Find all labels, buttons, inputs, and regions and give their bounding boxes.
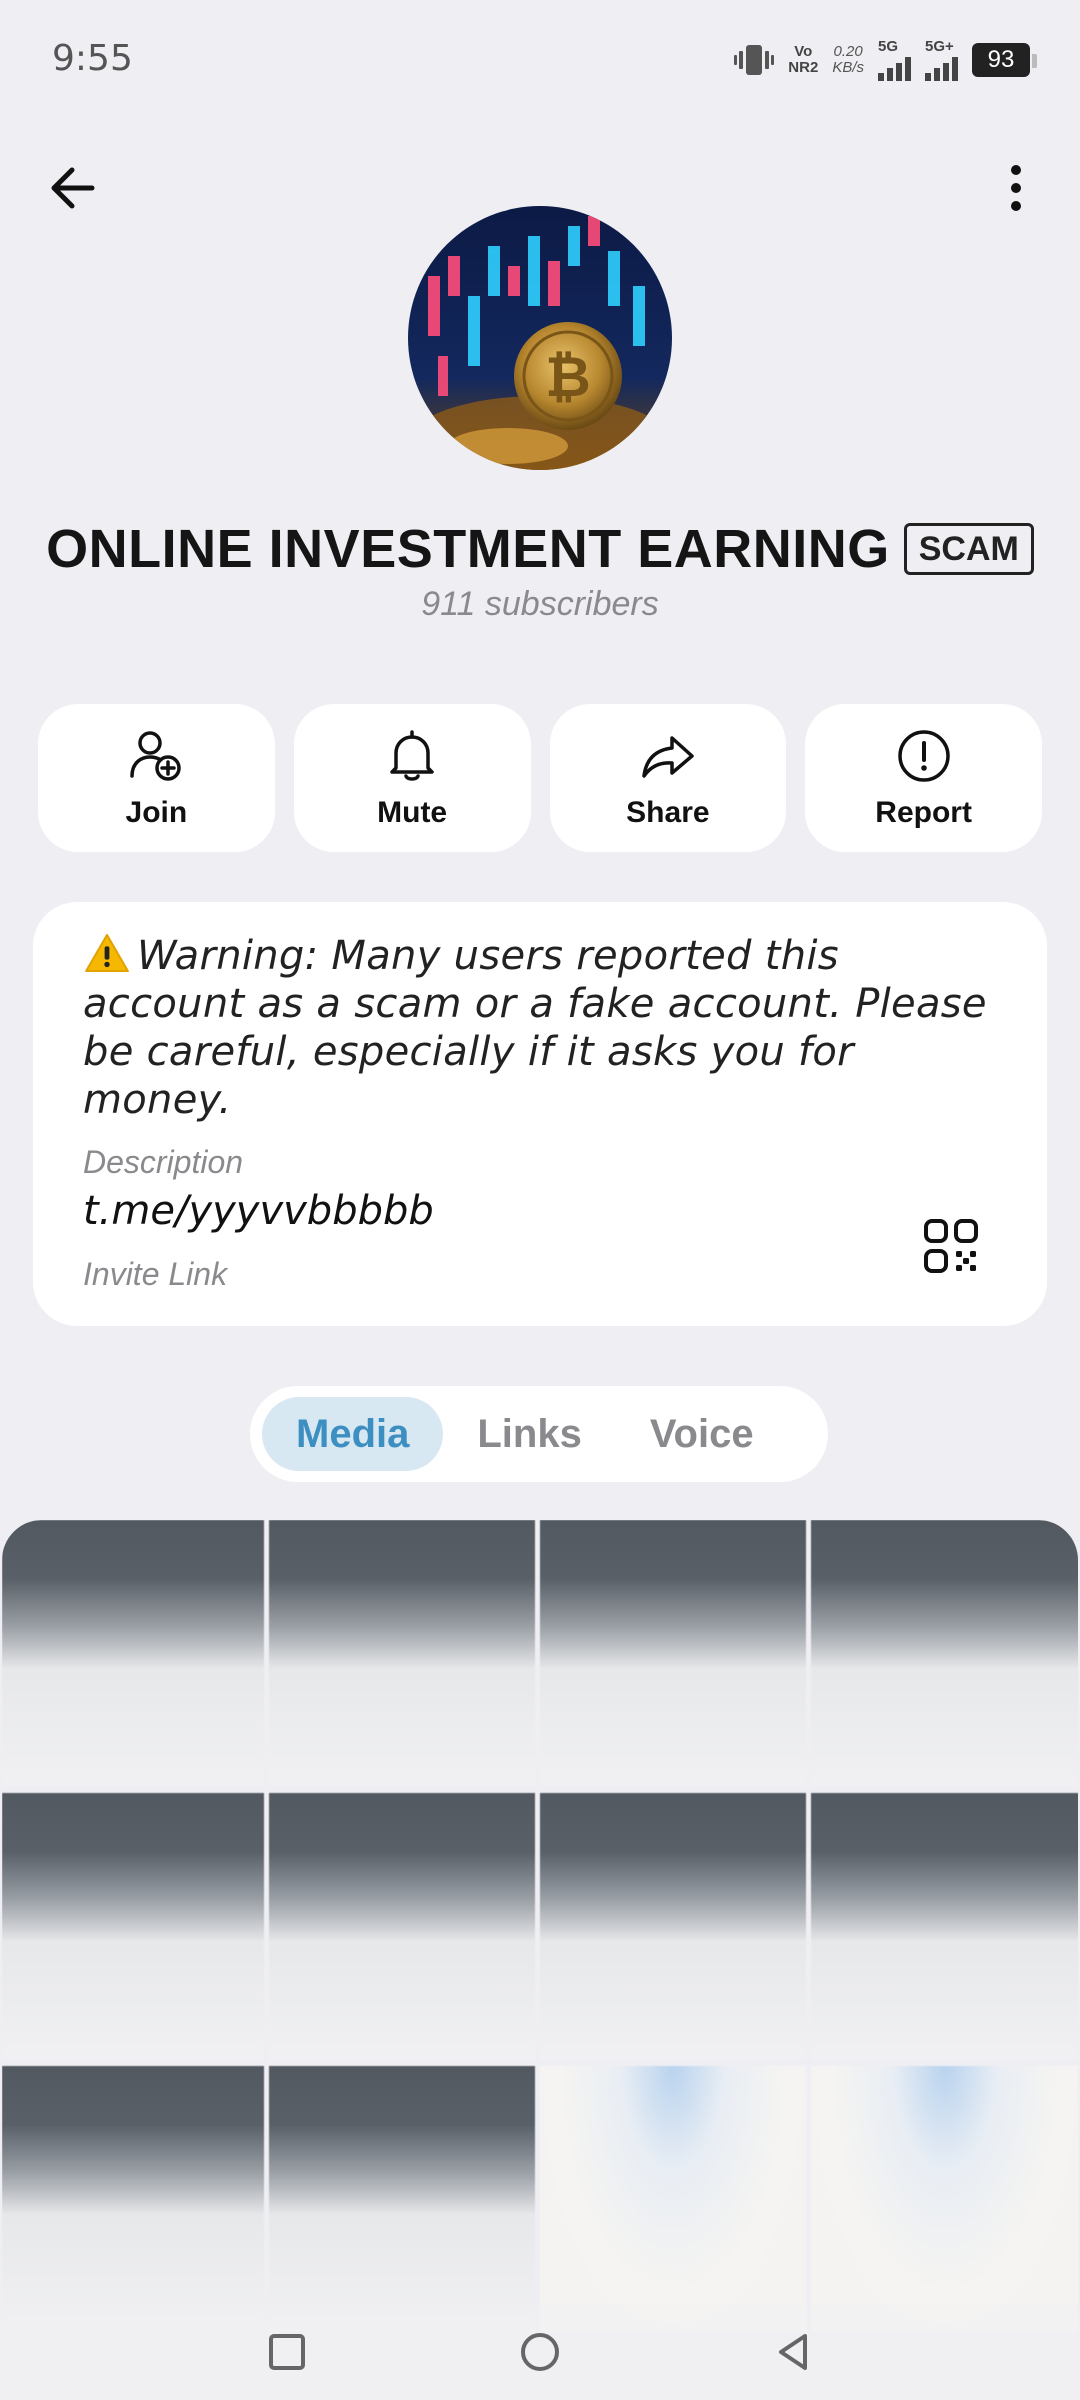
media-thumbnail[interactable] <box>540 2066 806 2332</box>
volte-indicator: Vo NR2 <box>788 43 819 76</box>
report-label: Report <box>875 796 972 829</box>
invite-link-label: Invite Link <box>83 1256 228 1292</box>
invite-link[interactable]: t.me/yyyvvbbbbb <box>83 1188 434 1234</box>
subscriber-count: 911 subscribers <box>421 585 659 623</box>
status-icons: Vo NR2 0.20 KB/s 5G 5G+ 93 <box>734 38 1037 82</box>
sim2-signal: 5G+ <box>925 39 958 81</box>
network-speed: 0.20 KB/s <box>832 43 864 76</box>
recent-apps-icon[interactable] <box>265 2330 309 2374</box>
warning-message: Warning: Many users reported this accoun… <box>83 932 997 1124</box>
mute-label: Mute <box>377 796 448 829</box>
tab-links[interactable]: Links <box>443 1397 615 1471</box>
back-triangle-icon[interactable] <box>771 2330 815 2374</box>
title-row: ONLINE INVESTMENT EARNING SCAM <box>0 518 1080 580</box>
signal-bars-icon <box>878 55 911 81</box>
sim1-signal: 5G <box>878 39 911 81</box>
bell-icon <box>390 730 434 781</box>
more-options-button[interactable] <box>992 156 1040 220</box>
media-thumbnail[interactable] <box>811 1520 1078 1786</box>
media-thumbnail[interactable] <box>2 2066 264 2332</box>
share-button[interactable]: Share <box>549 704 787 852</box>
tab-voice[interactable]: Voice <box>616 1397 788 1471</box>
home-circle-icon[interactable] <box>518 2330 562 2374</box>
media-tabs: Media Links Voice <box>250 1386 828 1482</box>
signal-bars-icon <box>925 55 958 81</box>
info-card: Warning: Many users reported this accoun… <box>33 902 1047 1326</box>
add-user-icon <box>130 731 182 781</box>
media-thumbnail[interactable] <box>540 1520 806 1786</box>
report-button[interactable]: Report <box>805 704 1042 852</box>
media-thumbnail[interactable] <box>2 1793 264 2059</box>
share-arrow-icon <box>642 736 694 778</box>
status-time: 9:55 <box>52 38 133 79</box>
media-thumbnail[interactable] <box>811 1793 1078 2059</box>
vibrate-icon <box>734 45 775 75</box>
qr-code-icon <box>924 1219 978 1273</box>
scam-badge: SCAM <box>903 523 1034 575</box>
bitcoin-chart-avatar-image: ₿ <box>408 206 672 470</box>
svg-text:₿: ₿ <box>545 345 591 410</box>
description-label: Description <box>83 1144 244 1180</box>
share-label: Share <box>626 796 710 829</box>
join-label: Join <box>125 796 188 829</box>
join-button[interactable]: Join <box>38 704 275 852</box>
alert-circle-icon <box>897 730 950 782</box>
media-grid <box>2 1520 1078 2400</box>
more-vertical-icon <box>1011 165 1021 211</box>
media-thumbnail[interactable] <box>2 1520 264 1786</box>
channel-avatar[interactable]: ₿ <box>408 206 672 470</box>
qr-code-button[interactable] <box>923 1218 979 1274</box>
tab-media[interactable]: Media <box>262 1397 444 1471</box>
warning-text: Warning: Many users reported this accoun… <box>83 933 987 1123</box>
media-thumbnail[interactable] <box>811 2066 1078 2332</box>
media-thumbnail[interactable] <box>269 2066 535 2332</box>
warning-icon <box>85 933 129 973</box>
action-buttons: Join Mute Share Report <box>38 704 1042 852</box>
media-thumbnail[interactable] <box>269 1793 535 2059</box>
back-button[interactable] <box>44 156 108 220</box>
channel-title: ONLINE INVESTMENT EARNING <box>46 519 890 579</box>
back-arrow-icon <box>51 167 95 209</box>
media-thumbnail[interactable] <box>540 1793 806 2059</box>
status-bar: 9:55 Vo NR2 0.20 KB/s 5G 5G+ 93 <box>0 0 1080 120</box>
system-nav-bar <box>0 2304 1080 2400</box>
mute-button[interactable]: Mute <box>293 704 531 852</box>
battery-indicator: 93 <box>972 43 1037 77</box>
media-thumbnail[interactable] <box>269 1520 535 1786</box>
